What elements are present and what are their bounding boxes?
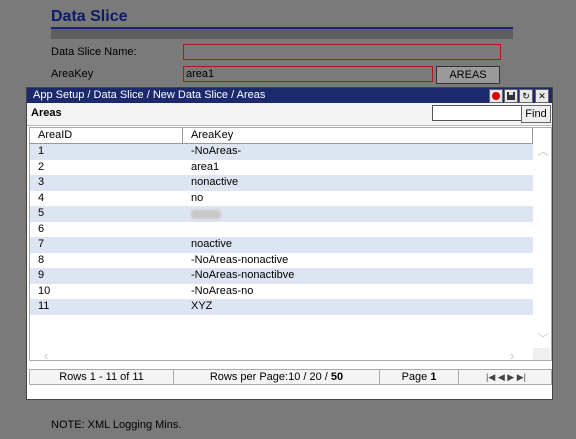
record-icon[interactable] bbox=[489, 89, 503, 103]
table-row[interactable]: 7 noactive bbox=[30, 237, 533, 253]
cell-areakey: -NoAreas-no bbox=[191, 284, 254, 297]
cell-areakey: -NoAreas-nonactive bbox=[191, 253, 289, 266]
column-header-areaid[interactable]: AreaID bbox=[30, 128, 183, 143]
dialog-heading: Areas bbox=[31, 107, 62, 119]
cell-areaid: 2 bbox=[38, 160, 45, 173]
rows-per-page-options[interactable]: 10 / 20 / bbox=[288, 371, 331, 383]
cell-areaid: 4 bbox=[38, 191, 45, 204]
table-row[interactable]: 4 no bbox=[30, 191, 533, 207]
title-bar bbox=[51, 29, 513, 39]
areas-button[interactable]: AREAS bbox=[436, 66, 500, 84]
close-icon[interactable]: ✕ bbox=[535, 89, 549, 103]
table-row[interactable]: 8 -NoAreas-nonactive bbox=[30, 253, 533, 269]
next-page-icon[interactable]: ▶ bbox=[507, 372, 514, 382]
table-row[interactable]: 6 bbox=[30, 222, 533, 238]
scroll-right-icon[interactable]: › bbox=[510, 348, 514, 360]
cell-areakey: area1 bbox=[191, 160, 220, 173]
dialog-toolbar: Areas Find bbox=[27, 103, 552, 126]
table-row[interactable]: 11 XYZ bbox=[30, 299, 533, 315]
cell-areaid: 9 bbox=[38, 269, 45, 281]
column-header-areakey[interactable]: AreaKey bbox=[183, 128, 533, 143]
data-slice-name-label: Data Slice Name: bbox=[51, 46, 137, 58]
cell-areakey: no bbox=[191, 191, 204, 204]
scroll-corner bbox=[533, 348, 550, 360]
refresh-icon[interactable]: ↻ bbox=[519, 89, 533, 103]
areakey-label: AreaKey bbox=[51, 68, 94, 80]
scroll-left-icon[interactable]: ‹ bbox=[44, 348, 48, 360]
last-page-icon[interactable]: ▶| bbox=[517, 372, 526, 382]
cell-areakey: -NoAreas-nonactibve bbox=[191, 269, 295, 281]
search-input[interactable] bbox=[432, 105, 522, 121]
dialog-titlebar[interactable]: App Setup / Data Slice / New Data Slice … bbox=[27, 88, 552, 103]
prev-page-icon[interactable]: ◀ bbox=[498, 372, 505, 382]
cell-areakey: noactive bbox=[191, 238, 232, 250]
cell-areakey: XYZ bbox=[191, 300, 213, 312]
cell-areaid: 10 bbox=[38, 284, 51, 297]
table-row[interactable]: 9 -NoAreas-nonactibve bbox=[30, 268, 533, 284]
find-button[interactable]: Find bbox=[521, 105, 551, 123]
table-row[interactable]: 10 -NoAreas-no bbox=[30, 284, 533, 300]
table-row[interactable]: 2 area1 bbox=[30, 160, 533, 176]
rows-per-page[interactable]: Rows per Page:10 / 20 / 50 bbox=[174, 370, 380, 384]
table-row[interactable]: 1 -NoAreas- bbox=[30, 144, 533, 160]
cell-areakey: -NoAreas- bbox=[191, 145, 242, 157]
cell-areaid: 7 bbox=[38, 238, 45, 250]
cell-areaid: 8 bbox=[38, 253, 45, 266]
page-indicator: Page 1 bbox=[380, 370, 459, 384]
cell-areaid: 5 bbox=[38, 207, 45, 219]
rows-per-page-selected[interactable]: 50 bbox=[331, 371, 343, 383]
cell-areaid: 1 bbox=[38, 145, 45, 157]
scroll-up-icon[interactable]: ︿ bbox=[537, 142, 549, 159]
cell-areaid: 11 bbox=[38, 300, 50, 312]
page-nav-buttons: |◀ ◀ ▶ ▶| bbox=[463, 370, 549, 384]
cell-areakey: nonactive bbox=[191, 176, 239, 188]
areakey-field[interactable]: area1 bbox=[183, 66, 433, 82]
areas-dialog: App Setup / Data Slice / New Data Slice … bbox=[26, 87, 553, 400]
table-row[interactable]: 5 bbox=[30, 206, 533, 222]
vertical-scrollbar[interactable]: ︿ ﹀ bbox=[533, 144, 550, 360]
areas-grid: AreaID AreaKey 1 -NoAreas- 2 area1 3 nonactiv… bbox=[29, 127, 552, 361]
page-label: Page bbox=[401, 371, 431, 383]
dialog-title: App Setup / Data Slice / New Data Slice … bbox=[33, 89, 266, 101]
page-title: Data Slice bbox=[51, 8, 128, 25]
cell-areaid: 6 bbox=[38, 222, 45, 235]
note-text: NOTE: XML Logging Mins. bbox=[51, 419, 182, 431]
page-number: 1 bbox=[430, 371, 437, 383]
grid-header: AreaID AreaKey bbox=[30, 128, 533, 144]
rows-per-page-prefix: Rows per Page: bbox=[209, 371, 289, 383]
pager: Rows 1 - 11 of 11 Rows per Page:10 / 20 … bbox=[29, 369, 552, 385]
first-page-icon[interactable]: |◀ bbox=[486, 372, 495, 382]
cell-areaid: 3 bbox=[38, 176, 45, 188]
save-icon[interactable] bbox=[504, 89, 518, 103]
scroll-down-icon[interactable]: ﹀ bbox=[537, 330, 549, 347]
rows-info: Rows 1 - 11 of 11 bbox=[30, 370, 174, 384]
table-row[interactable]: 3 nonactive bbox=[30, 175, 533, 191]
data-slice-name-field[interactable] bbox=[183, 44, 501, 60]
